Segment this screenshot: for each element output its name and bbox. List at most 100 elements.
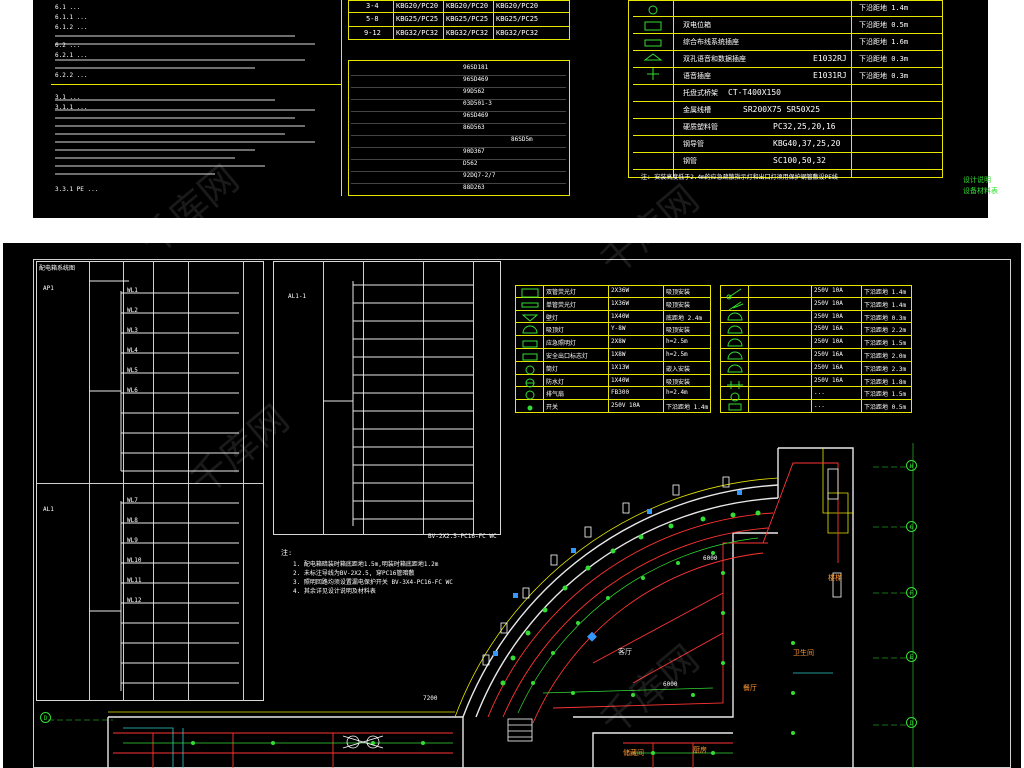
- double-switch-icon: [728, 301, 744, 311]
- legend-item-spec: 250V 10A: [814, 312, 843, 320]
- material-name: 双孔语音和数据插座: [683, 55, 746, 63]
- legend-item-spec: 250V 10A: [814, 299, 843, 307]
- legend-item-spec: 250V 16A: [814, 376, 843, 384]
- standard-code: 03D501-3: [351, 100, 566, 112]
- legend-item-spec: 1X40W: [611, 312, 630, 320]
- heater-socket-icon: [727, 364, 743, 373]
- circuit-code: WL5: [127, 367, 138, 374]
- grid-axis-bubble: E: [906, 651, 917, 662]
- ceiling-lamp-icon: [522, 325, 538, 334]
- legend-item-name: 排气扇: [546, 391, 565, 399]
- room-label: 客厅: [618, 648, 632, 656]
- room-label: 卫生间: [793, 649, 814, 657]
- standard-code: D562: [351, 160, 566, 172]
- legend-item-mount: 下沿距地 0.3m: [864, 314, 907, 322]
- legend-right-rows: 250V 10A 下沿距地 1.4m 250V 10A 下沿距地 1.4m 25…: [720, 285, 912, 413]
- legend-item-spec: 250V 10A: [814, 287, 843, 294]
- dimension-label: 6000: [703, 555, 718, 562]
- material-spec: PC32,25,20,16: [773, 122, 836, 131]
- material-name: 金属线槽: [683, 106, 711, 114]
- notes-line-1: 6.1 ...: [55, 4, 81, 11]
- exit-sign-icon: [522, 353, 538, 361]
- data-socket-icon: [643, 53, 663, 61]
- main-drawing-sheet: 配电箱系统图 AP1 AL1 WL1 WL2 WL3 WL4 WL5 WL6 W…: [3, 243, 1021, 768]
- electrical-floor-plan: [48, 443, 914, 768]
- top-drawing-sheet: 6.1 ... 6.1.1 ... 6.1.2 ... 6.2 ... 6.2.…: [33, 0, 998, 218]
- standard-code: 96SD469: [351, 76, 566, 88]
- panel-schedule-title: 配电箱系统图: [39, 265, 76, 272]
- material-name: 托盘式桥架: [683, 89, 718, 97]
- pipe-row-range: 5-8: [366, 15, 379, 23]
- material-spec: CT-T400X150: [728, 88, 781, 97]
- network-socket-icon: [644, 39, 662, 47]
- material-name: 双电位箱: [683, 21, 711, 29]
- material-note: 下沿距地 1.6m: [859, 38, 909, 46]
- legend-left-symbols: [521, 288, 539, 411]
- phone-socket-icon: [647, 68, 659, 80]
- pipe-row-a: KBG20/PC20: [396, 2, 439, 10]
- material-rows: 下沿距地 1.4m 双电位箱 下沿距地 0.5m 综合布线系统插座 下沿距地 1…: [633, 0, 943, 184]
- wall-lamp-icon: [521, 314, 539, 322]
- legend-item-mount: 吸顶安装: [666, 327, 691, 335]
- room-label: 楼梯: [828, 574, 842, 582]
- legend-item-spec: 250V 16A: [814, 363, 843, 371]
- legend-item-mount: h=2.5m: [666, 338, 688, 346]
- fluorescent-single-icon: [521, 302, 539, 308]
- material-spec: SR200X75 SR50X25: [743, 105, 821, 114]
- grid-axis-bubble: H: [906, 460, 917, 471]
- legend-item-name: 单管荧光灯: [546, 301, 577, 309]
- standard-code: 88D263: [463, 184, 485, 191]
- panel-id: AL1-1: [288, 293, 307, 300]
- panel-id: AP1: [43, 285, 54, 292]
- material-name: 综合布线系统插座: [683, 38, 739, 46]
- dimension-label: 7200: [423, 695, 438, 702]
- downlight-icon: [525, 365, 535, 375]
- legend-item-mount: 下沿距地 1.4m: [864, 289, 907, 296]
- standard-code: 92DQ7-2/7: [351, 172, 566, 184]
- pipe-row-b: KBG32/PC32: [446, 29, 489, 37]
- ac-socket-icon: [727, 325, 743, 334]
- pipe-row-c: KBG20/PC20: [496, 2, 539, 10]
- grid-axis-bubble: D: [40, 712, 51, 723]
- legend-item-spec: 250V 10A: [611, 402, 640, 410]
- circuit-code: WL6: [127, 387, 138, 394]
- fan-socket-icon: [727, 381, 743, 389]
- material-spec: E1031RJ: [813, 71, 847, 80]
- legend-item-mount: h=2.5m: [666, 350, 688, 358]
- material-note: 下沿距地 0.3m: [859, 55, 909, 63]
- emergency-light-icon: [522, 340, 538, 348]
- notes-line-2: 6.1.1 ...: [55, 14, 88, 21]
- pipe-row-c: KBG25/PC25: [496, 15, 539, 23]
- legend-item-mount: h=2.4m: [666, 389, 688, 397]
- legend-item-mount: 嵌入安装: [666, 365, 691, 373]
- legend-item-spec: 250V 16A: [814, 350, 843, 358]
- circuit-code: WL3: [127, 327, 138, 334]
- notes-text-block: [55, 35, 315, 175]
- material-name: 语音插座: [683, 72, 711, 80]
- legend-item-mount: 吸顶安装: [666, 289, 691, 296]
- legend-item-mount: 下沿距地 1.8m: [864, 378, 907, 386]
- material-name: 钢管: [683, 157, 697, 165]
- legend-item-mount: 下沿距地 1.4m: [666, 404, 709, 412]
- grid-axis-bubble: D: [906, 717, 917, 728]
- legend-item-mount: 下沿距地 1.5m: [864, 391, 907, 399]
- standard-code: 90D367: [351, 148, 566, 160]
- legend-item-spec: 1X8W: [611, 350, 626, 358]
- standard-code: 96SD181: [351, 64, 566, 76]
- legend-item-name: 应急照明灯: [546, 340, 577, 348]
- dimension-label: 6000: [663, 681, 678, 688]
- socket-icon: [727, 312, 743, 321]
- legend-item-name: 吸顶灯: [546, 327, 565, 335]
- pipe-row-range: 9-12: [364, 29, 381, 37]
- standard-code: 86D563: [351, 124, 566, 136]
- kitchen-socket-icon: [727, 351, 743, 360]
- legend-item-spec: 1X36W: [611, 299, 630, 307]
- legend-item-mount: 吸顶安装: [666, 378, 691, 386]
- legend-item-spec: ...: [814, 402, 825, 410]
- standard-code: 99D562: [351, 88, 566, 100]
- circuit-codes-left: WL1 WL2 WL3 WL4 WL5 WL6: [127, 287, 138, 407]
- legend-item-name: 防水灯: [546, 378, 565, 386]
- material-note: 下沿距地 0.5m: [859, 21, 909, 29]
- legend-item-mount: 下沿距地 2.0m: [864, 352, 907, 360]
- legend-item-name: 壁灯: [546, 314, 559, 322]
